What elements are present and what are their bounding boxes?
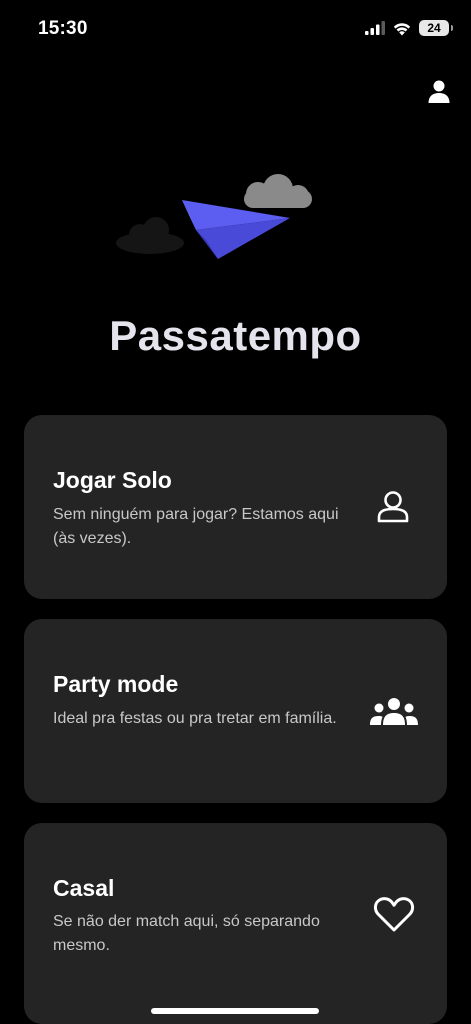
mode-card-description: Sem ninguém para jogar? Estamos aqui (às… xyxy=(53,506,339,547)
mode-card-title: Jogar Solo xyxy=(53,467,172,493)
person-icon xyxy=(377,491,409,523)
profile-icon xyxy=(428,80,450,103)
mode-card-casal[interactable]: Casal Se não der match aqui, só separand… xyxy=(24,823,447,1024)
hero-illustration xyxy=(116,174,312,259)
status-time: 15:30 xyxy=(38,18,88,39)
cellular-signal-icon xyxy=(365,21,385,35)
group-icon xyxy=(370,698,418,725)
paper-plane-icon xyxy=(182,200,290,259)
battery-icon: 24 xyxy=(419,20,453,36)
mode-card-title: Casal xyxy=(53,875,115,901)
wifi-icon xyxy=(393,22,411,35)
dark-cloud-icon xyxy=(116,217,184,254)
mode-card-solo[interactable]: Jogar Solo Sem ninguém para jogar? Estam… xyxy=(24,415,447,599)
app-title: Passatempo xyxy=(109,312,362,359)
status-indicators: 24 xyxy=(365,20,453,36)
heart-icon xyxy=(373,897,415,932)
mode-card-party[interactable]: Party mode Ideal pra festas ou pra treta… xyxy=(24,619,447,803)
cloud-icon xyxy=(244,174,312,208)
mode-card-description: Ideal pra festas ou pra tretar em famíli… xyxy=(53,710,337,727)
status-bar: 15:30 24 xyxy=(0,0,471,60)
mode-card-description: Se não der match aqui, só separando mesm… xyxy=(53,913,320,954)
home-indicator[interactable] xyxy=(151,1008,319,1014)
mode-card-title: Party mode xyxy=(53,671,179,697)
profile-button[interactable] xyxy=(425,78,453,106)
battery-level: 24 xyxy=(427,21,441,35)
